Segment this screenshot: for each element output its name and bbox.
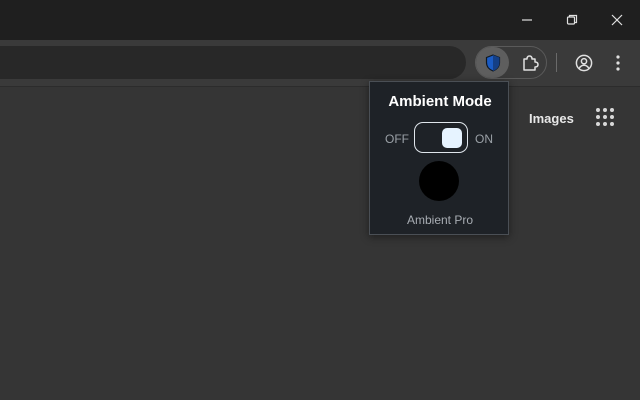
minimize-icon — [522, 19, 532, 21]
restore-icon — [566, 14, 578, 25]
profile-button[interactable] — [570, 49, 598, 77]
extensions-button[interactable] — [514, 47, 545, 78]
browser-toolbar — [0, 40, 640, 87]
toolbar-divider — [556, 53, 557, 72]
brand-label: Ambient Pro — [406, 213, 474, 227]
popup-title: Ambient Mode — [388, 93, 492, 110]
account-icon — [575, 54, 593, 72]
ambient-preview-circle — [419, 161, 459, 201]
ambient-mode-toggle[interactable] — [414, 122, 468, 153]
restore-button[interactable] — [549, 0, 595, 40]
title-bar — [0, 0, 640, 40]
close-icon — [611, 14, 623, 26]
shield-icon — [485, 53, 500, 72]
page-content: il Images — [0, 87, 640, 400]
minimize-button[interactable] — [504, 0, 550, 40]
close-button[interactable] — [594, 0, 640, 40]
apps-grid-icon[interactable] — [596, 108, 618, 130]
off-label: OFF — [385, 132, 409, 146]
address-bar[interactable] — [0, 46, 466, 79]
ambient-extension-button[interactable] — [476, 47, 509, 78]
ambient-mode-popup: Ambient Mode OFF ON Ambient Pro — [369, 81, 509, 235]
images-link[interactable]: Images — [529, 111, 574, 126]
on-label: ON — [475, 132, 493, 146]
chrome-menu-button[interactable] — [606, 49, 630, 77]
puzzle-icon — [522, 54, 539, 71]
toggle-knob — [442, 128, 462, 148]
kebab-menu-icon — [616, 55, 620, 71]
